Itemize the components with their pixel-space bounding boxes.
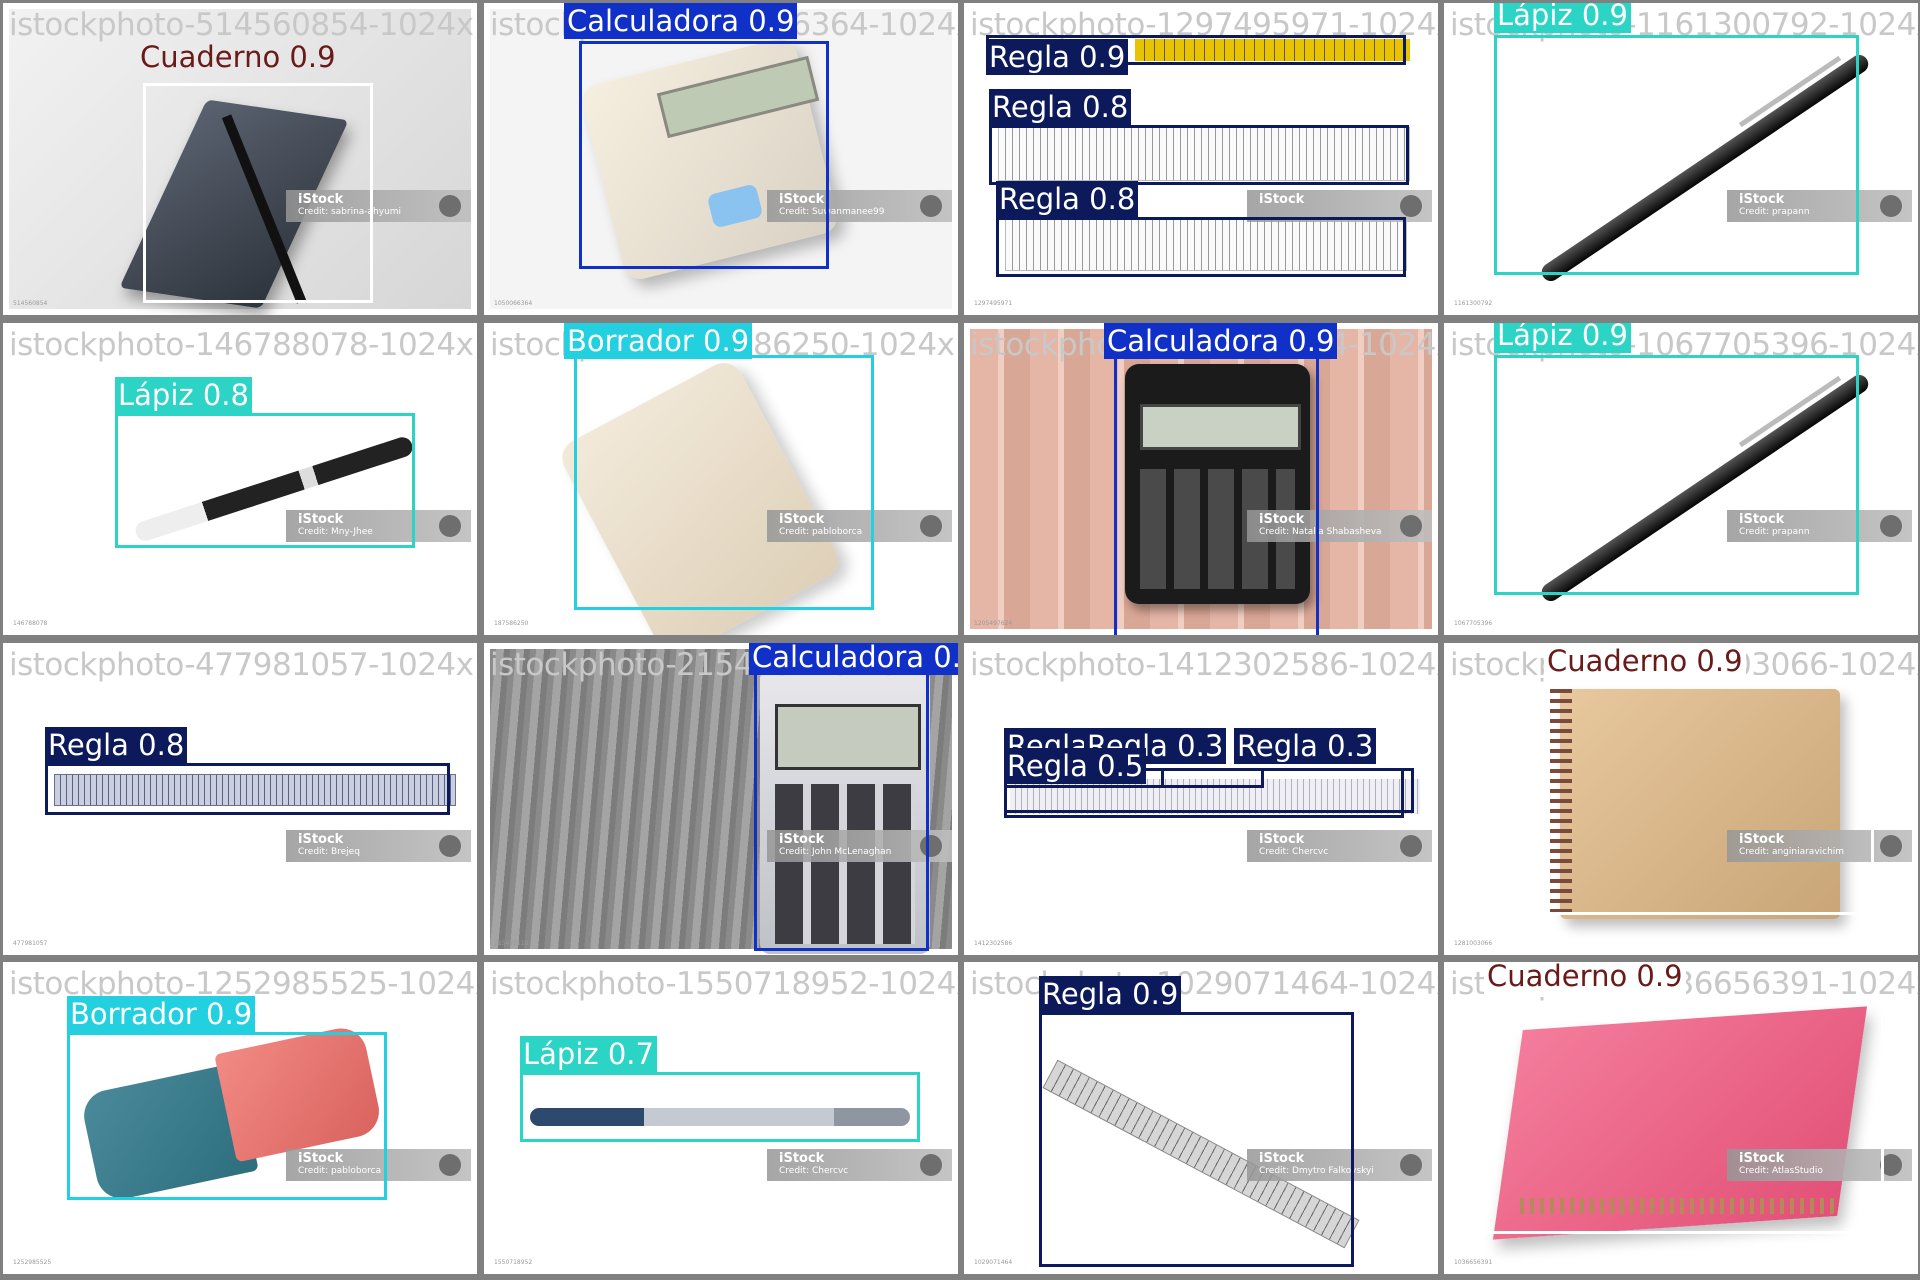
image-id: 1067705396: [1454, 620, 1493, 627]
photo-credit: Credit: Chercvc: [1259, 847, 1329, 857]
image-id: 514560854: [13, 300, 48, 307]
detection-label: Regla 0.9: [986, 39, 1129, 75]
detection-label: Lápiz 0.7: [520, 1036, 657, 1072]
photo-credit: Credit: Chercvc: [779, 1166, 849, 1176]
photo-credit: Credit: Brejeq: [298, 847, 360, 857]
detection-label: Regla 0.3: [1234, 728, 1377, 764]
image-tile: istockphoto-1412302586-1024x1024.jpgiSto…: [964, 643, 1438, 955]
image-tile: istockphoto-1029071464-1024x1024.jpgiSto…: [964, 962, 1438, 1274]
bounding-box: [1039, 1012, 1354, 1267]
bounding-box: [520, 1072, 920, 1142]
istock-watermark: iStock: [298, 832, 344, 847]
bounding-box: [1524, 675, 1874, 915]
image-tile: istockphoto-1161300792-1024x1024.jpgiSto…: [1444, 3, 1918, 315]
watermark-circle-icon: [1880, 195, 1902, 217]
detection-label: Cuaderno 0.9: [140, 40, 336, 74]
image-id: 215470110: [494, 940, 529, 947]
bounding-box: [1494, 355, 1859, 595]
detection-label: Regla 0.9: [1039, 976, 1182, 1012]
watermark-circle-icon: [1880, 515, 1902, 537]
watermark-circle-icon: [920, 195, 942, 217]
image-tile: istockphoto-1067705396-1024x1024.jpgiSto…: [1444, 323, 1918, 635]
image-id: 1550718952: [494, 1259, 533, 1266]
istock-credit-banner: iStock Credit: Chercvc: [767, 1149, 952, 1181]
watermark-circle-icon: [1400, 195, 1422, 217]
bounding-box: [45, 763, 450, 815]
detection-label: Lápiz 0.9: [1494, 323, 1631, 353]
watermark-circle-icon: [1880, 835, 1902, 857]
detection-label: Calculadora 0.9: [749, 643, 958, 675]
istock-credit-banner: iStock Credit: Brejeq: [286, 830, 471, 862]
image-id: 1036656391: [1454, 1259, 1493, 1266]
image-id: 1297495971: [974, 300, 1013, 307]
detection-label: Regla 0.5: [1004, 748, 1147, 784]
istock-credit-banner: iStock Credit: Chercvc: [1247, 830, 1432, 862]
image-id: 1281003066: [1454, 940, 1493, 947]
image-id: 1412302586: [974, 940, 1013, 947]
image-tile: istockphoto-1281003066-1024x1024.jpgiSto…: [1444, 643, 1918, 955]
image-id: 477981057: [13, 940, 48, 947]
watermark-circle-icon: [1400, 515, 1422, 537]
image-tile: istockphoto-215470110-1024x1024.jpgiStoc…: [484, 643, 958, 955]
image-tile: istockphoto-1297495971-1024x1024.jpgiSto…: [964, 3, 1438, 315]
watermark-circle-icon: [439, 515, 461, 537]
watermark-circle-icon: [1400, 835, 1422, 857]
detection-label: Calculadora 0.9: [564, 3, 798, 39]
bounding-box: [1484, 994, 1884, 1234]
bounding-box: [1114, 355, 1319, 635]
image-tile: istockphoto-146788078-1024x1024.jpgiStoc…: [3, 323, 477, 635]
image-tile: istockphoto-1252985525-1024x1024.jpgiSto…: [3, 962, 477, 1274]
image-tile: istockphoto-1205497624-1024x1024.jpgiSto…: [964, 323, 1438, 635]
watermark-circle-icon: [1400, 1154, 1422, 1176]
detection-label: Calculadora 0.9: [1104, 323, 1338, 359]
bounding-box: [115, 413, 415, 548]
image-id: 1050066364: [494, 300, 533, 307]
detection-label: Borrador 0.9: [564, 323, 753, 359]
watermark-circle-icon: [439, 835, 461, 857]
detection-grid: istockphoto-514560854-1024x1024.jpgiStoc…: [0, 0, 1920, 1280]
bounding-box: [574, 355, 874, 610]
detection-label: Regla 0.8: [989, 89, 1132, 125]
istock-watermark: iStock: [779, 1151, 825, 1166]
watermark-circle-icon: [439, 1154, 461, 1176]
watermark-circle-icon: [920, 515, 942, 537]
bounding-box: [1494, 35, 1859, 275]
bounding-box: [989, 125, 1409, 185]
detection-label: Cuaderno 0.9: [1484, 962, 1686, 994]
image-id: 146788078: [13, 620, 48, 627]
image-id: 1029071464: [974, 1259, 1013, 1266]
image-tile: istockphoto-187586250-1024x1024.jpgiStoc…: [484, 323, 958, 635]
image-id: 187586250: [494, 620, 529, 627]
detection-label: Regla 0.8: [45, 727, 188, 763]
image-id: 1161300792: [1454, 300, 1493, 307]
detection-label: Regla 0.8: [996, 181, 1139, 217]
detection-label: Lápiz 0.8: [115, 377, 252, 413]
image-tile: istockphoto-1550718952-1024x1024.jpgiSto…: [484, 962, 958, 1274]
detection-label: Lápiz 0.9: [1494, 3, 1631, 33]
bounding-box: [143, 83, 373, 303]
bounding-box: [579, 41, 829, 269]
bounding-box: [67, 1032, 387, 1200]
istock-watermark: iStock: [1259, 832, 1305, 847]
image-tile: istockphoto-514560854-1024x1024.jpgiStoc…: [3, 3, 477, 315]
bounding-box: [754, 671, 929, 951]
watermark-circle-icon: [439, 195, 461, 217]
bounding-box: [996, 217, 1406, 277]
istock-watermark: iStock: [1259, 192, 1305, 207]
image-id: 1252985525: [13, 1259, 52, 1266]
detection-label: Cuaderno 0.9: [1544, 643, 1746, 679]
image-tile: istockphoto-477981057-1024x1024.jpgiStoc…: [3, 643, 477, 955]
image-tile: istockphoto-1050066364-1024x1024.jpgiSto…: [484, 3, 958, 315]
watermark-circle-icon: [920, 1154, 942, 1176]
detection-label: Borrador 0.9: [67, 996, 256, 1032]
image-tile: istockphoto-1036656391-1024x1024.jpgiSto…: [1444, 962, 1918, 1274]
image-id: 1205497624: [974, 620, 1013, 627]
